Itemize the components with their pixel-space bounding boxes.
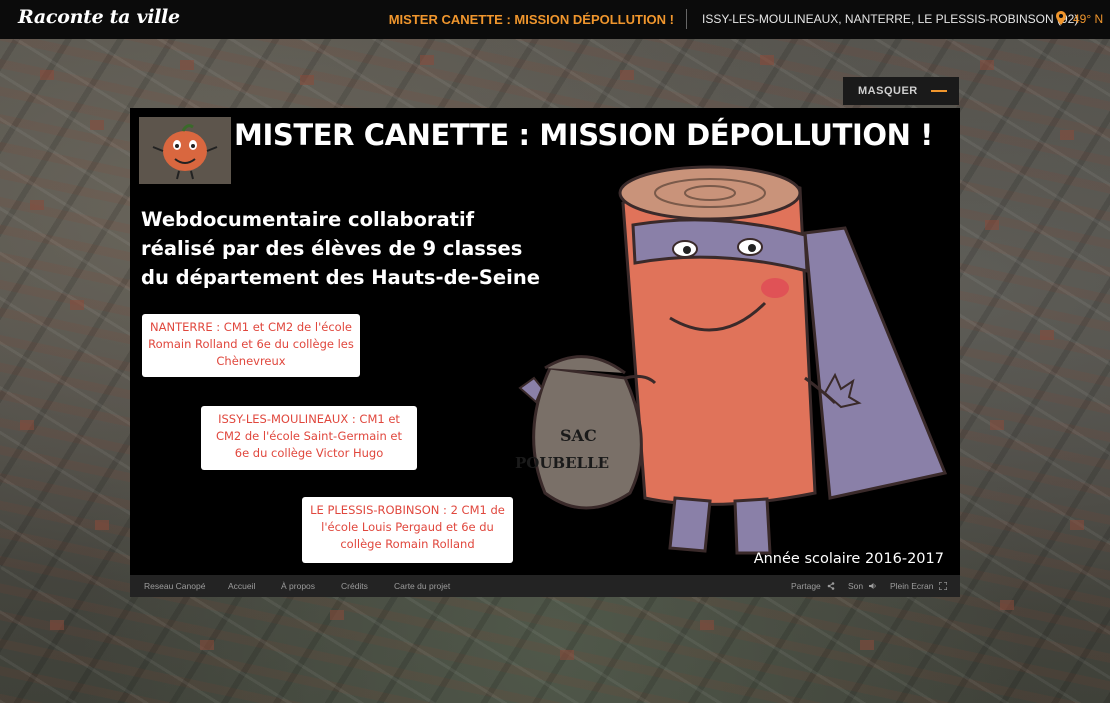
hide-panel-button[interactable]: MASQUER xyxy=(843,77,959,105)
subtitle-line: Webdocumentaire collaboratif xyxy=(141,208,475,231)
mascot-thumbnail xyxy=(139,117,231,184)
footer-link-canope[interactable]: Reseau Canopé xyxy=(144,581,205,591)
intro-panel: MISTER CANETTE : MISSION DÉPOLLUTION ! W… xyxy=(130,108,960,575)
panel-subtitle: Webdocumentaire collaboratif réalisé par… xyxy=(141,205,561,292)
coordinates-readout: 49° N xyxy=(1073,12,1104,26)
card-plessis[interactable]: LE PLESSIS-ROBINSON : 2 CM1 de l'école L… xyxy=(302,497,513,563)
speaker-icon[interactable] xyxy=(869,582,877,590)
footer-link-apropos[interactable]: À propos xyxy=(281,581,315,591)
divider xyxy=(686,9,687,29)
subtitle-line: réalisé par des élèves de 9 classes xyxy=(141,237,523,260)
school-year: Année scolaire 2016-2017 xyxy=(753,551,944,567)
footer-link-credits[interactable]: Crédits xyxy=(341,581,368,591)
footer-link-accueil[interactable]: Accueil xyxy=(228,581,255,591)
project-places: ISSY-LES-MOULINEAUX, NANTERRE, LE PLESSI… xyxy=(702,12,1079,26)
top-bar: Raconte ta ville MISTER CANETTE : MISSIO… xyxy=(0,0,1110,39)
site-logo[interactable]: Raconte ta ville xyxy=(18,6,180,28)
minus-icon xyxy=(931,90,947,92)
bag-label-2: POUBELLE xyxy=(515,454,609,472)
mister-canette-drawing: SAC POUBELLE xyxy=(515,165,948,555)
bag-label-1: SAC xyxy=(560,426,597,445)
fullscreen-label[interactable]: Plein Ecran xyxy=(890,581,933,591)
fullscreen-icon[interactable] xyxy=(939,582,947,590)
hide-panel-label: MASQUER xyxy=(858,85,918,97)
subtitle-line: du département des Hauts-de-Seine xyxy=(141,266,540,289)
footer-bar: Reseau Canopé Accueil À propos Crédits C… xyxy=(130,575,960,597)
footer-link-carte[interactable]: Carte du projet xyxy=(394,581,450,591)
card-issy[interactable]: ISSY-LES-MOULINEAUX : CM1 et CM2 de l'éc… xyxy=(201,406,417,470)
share-icon[interactable] xyxy=(827,582,835,590)
panel-title: MISTER CANETTE : MISSION DÉPOLLUTION ! xyxy=(234,118,933,152)
card-nanterre[interactable]: NANTERRE : CM1 et CM2 de l'école Romain … xyxy=(142,314,360,377)
map-pin-icon[interactable] xyxy=(1056,11,1066,25)
project-title: MISTER CANETTE : MISSION DÉPOLLUTION ! xyxy=(388,12,674,27)
sound-label[interactable]: Son xyxy=(848,581,863,591)
share-label[interactable]: Partage xyxy=(791,581,821,591)
